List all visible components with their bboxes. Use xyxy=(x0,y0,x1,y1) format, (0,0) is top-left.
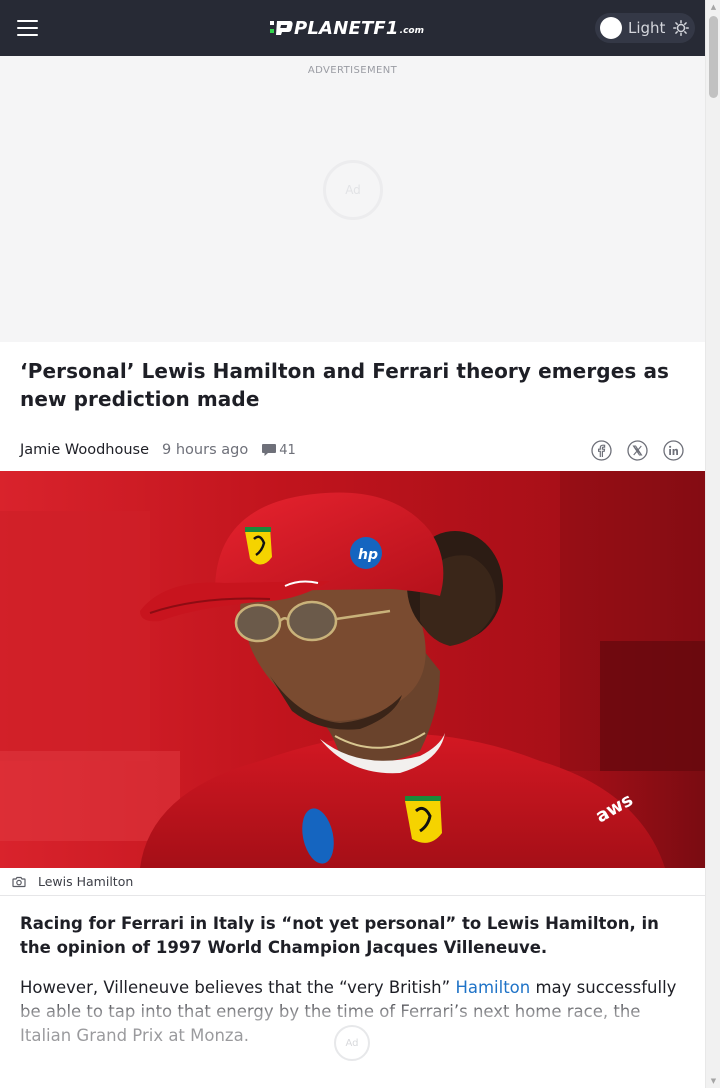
theme-label: Light xyxy=(628,19,666,37)
x-share-button[interactable] xyxy=(626,439,648,461)
ad-loading-indicator: Ad xyxy=(323,160,383,220)
inline-ad-text: Ad xyxy=(345,1037,359,1049)
caption-text: Lewis Hamilton xyxy=(38,874,134,889)
scroll-down-icon[interactable]: ▼ xyxy=(709,1077,718,1085)
facebook-share-button[interactable] xyxy=(590,439,612,461)
article-lede: Racing for Ferrari in Italy is “not yet … xyxy=(20,914,659,957)
logo-domain: .com xyxy=(399,26,424,36)
scroll-up-icon[interactable]: ▲ xyxy=(709,3,718,11)
hamilton-link[interactable]: Hamilton xyxy=(455,978,530,997)
svg-text:hp: hp xyxy=(358,547,378,563)
article-meta: Jamie Woodhouse 9 hours ago 41 xyxy=(20,439,296,461)
logo-text: PLANETF1 xyxy=(294,17,399,39)
inline-ad-loading-indicator: Ad xyxy=(334,1025,370,1061)
page-scrollbar[interactable]: ▲ ▼ xyxy=(705,0,720,1088)
comment-icon xyxy=(262,444,277,456)
menu-icon[interactable] xyxy=(17,19,39,37)
facebook-icon xyxy=(590,439,612,461)
paragraph-text-start: However, Villeneuve believes that the “v… xyxy=(20,978,456,997)
hero-photo: hp aws xyxy=(0,471,705,868)
image-caption: Lewis Hamilton xyxy=(0,868,705,896)
advertisement-label: ADVERTISEMENT xyxy=(307,65,398,76)
advertisement-slot: ADVERTISEMENT Ad xyxy=(0,56,705,342)
scroll-thumb[interactable] xyxy=(709,16,718,98)
toggle-knob xyxy=(600,17,622,39)
theme-toggle[interactable]: Light xyxy=(595,13,695,43)
publish-time: 9 hours ago xyxy=(162,442,249,458)
linkedin-icon xyxy=(662,439,684,461)
site-logo[interactable]: PLANETF1 .com xyxy=(268,16,424,40)
camera-icon xyxy=(12,876,26,888)
logo-mark-icon xyxy=(270,21,293,35)
sun-icon xyxy=(673,20,690,36)
comments-link[interactable]: 41 xyxy=(261,443,296,458)
author-link[interactable]: Jamie Woodhouse xyxy=(20,442,149,458)
ad-placeholder-text: Ad xyxy=(345,183,361,197)
comment-count: 41 xyxy=(279,442,296,458)
article-hero-image: hp aws xyxy=(0,471,705,868)
linkedin-share-button[interactable] xyxy=(662,439,684,461)
article-headline: ‘Personal’ Lewis Hamilton and Ferrari th… xyxy=(20,359,670,411)
site-header: PLANETF1 .com Light xyxy=(0,0,705,56)
x-icon xyxy=(626,439,648,461)
